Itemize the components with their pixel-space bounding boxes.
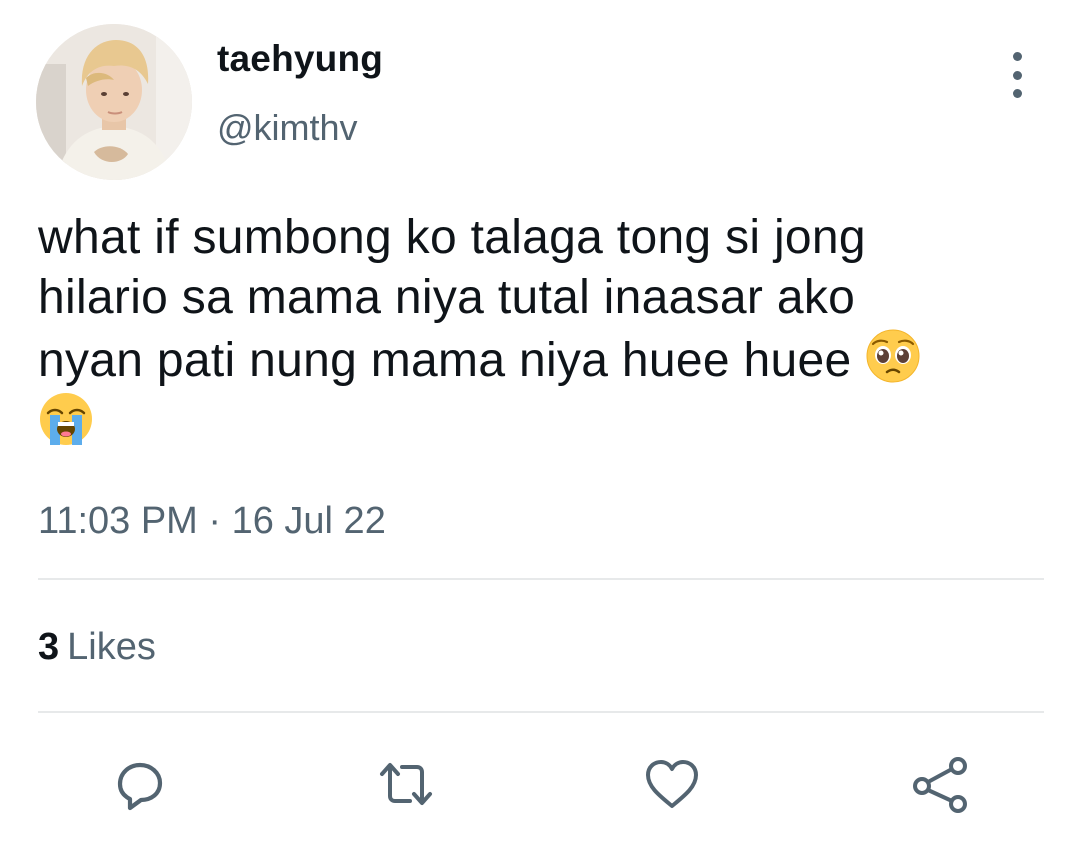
tweet-text-line: hilario sa mama niya tutal inaasar ako: [38, 271, 856, 324]
pleading-face-icon: [865, 328, 921, 384]
divider: [38, 711, 1044, 713]
likes-stat[interactable]: 3 Likes: [38, 626, 156, 669]
dot: [1012, 89, 1022, 98]
retweet-button[interactable]: [374, 752, 438, 816]
reply-icon: [117, 762, 163, 811]
heart-icon: [646, 760, 698, 808]
loudly-crying-face-icon: [38, 391, 94, 447]
tweet-timestamp[interactable]: 11:03 PM · 16 Jul 22: [38, 500, 386, 543]
tweet-detail: taehyung @kimthv what if sumbong ko tala…: [0, 0, 1080, 853]
author-handle[interactable]: @kimthv: [217, 107, 358, 149]
divider: [38, 578, 1044, 580]
tweet-text-line: what if sumbong ko talaga tong si jong: [38, 211, 866, 264]
like-button[interactable]: [640, 752, 704, 816]
dot: [1012, 52, 1022, 61]
more-options-icon[interactable]: [1000, 52, 1034, 98]
reply-button[interactable]: [108, 752, 172, 816]
retweet-icon: [380, 763, 432, 805]
tweet-text-line: nyan pati nung mama niya huee huee: [38, 334, 852, 387]
share-icon: [913, 757, 967, 813]
author-display-name[interactable]: taehyung: [217, 38, 383, 80]
tweet-text: what if sumbong ko talaga tong si jong h…: [38, 208, 1038, 454]
dot: [1012, 70, 1022, 80]
likes-count: 3: [38, 626, 60, 668]
avatar-photo: [36, 24, 192, 180]
share-button[interactable]: [908, 752, 972, 816]
avatar[interactable]: [36, 24, 192, 180]
likes-label: Likes: [67, 626, 156, 668]
